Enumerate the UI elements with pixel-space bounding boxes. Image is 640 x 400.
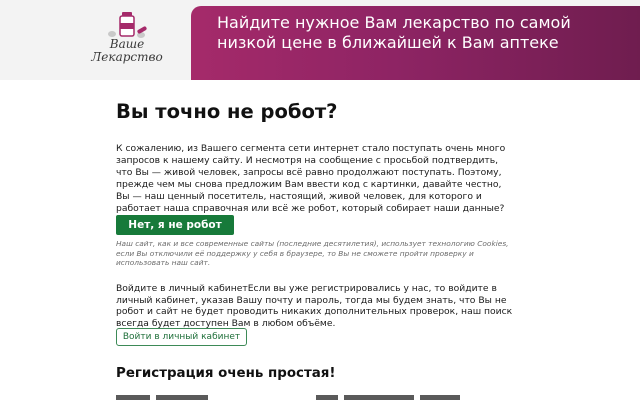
not-robot-button[interactable]: Нет, я не робот <box>116 215 234 235</box>
page-title: Вы точно не робот? <box>116 100 338 123</box>
site-logo[interactable]: Ваше Лекарство <box>88 10 166 72</box>
bottle-and-tablets-icon <box>108 12 147 38</box>
intro-text: К сожалению, из Вашего сегмента сети инт… <box>116 143 506 214</box>
logo-line-2: Лекарство <box>91 50 163 64</box>
login-cabinet-button[interactable]: Войти в личный кабинет <box>116 328 247 346</box>
logo-wordmark: Ваше Лекарство <box>88 38 166 64</box>
cookie-note: Наш сайт, как и все современные сайты (п… <box>116 239 509 267</box>
search-banner: Найдите нужное Вам лекарство по самой ни… <box>191 6 640 80</box>
clipped-text-line <box>116 395 516 400</box>
login-text: Войдите в личный кабинетЕсли вы уже реги… <box>116 283 513 329</box>
banner-text: Найдите нужное Вам лекарство по самой ни… <box>217 13 571 52</box>
registration-heading: Регистрация очень простая! <box>116 366 336 381</box>
site-header: Ваше Лекарство Найдите нужное Вам лекарс… <box>0 0 640 80</box>
main-content: Вы точно не робот? К сожалению, из Вашег… <box>116 100 516 400</box>
